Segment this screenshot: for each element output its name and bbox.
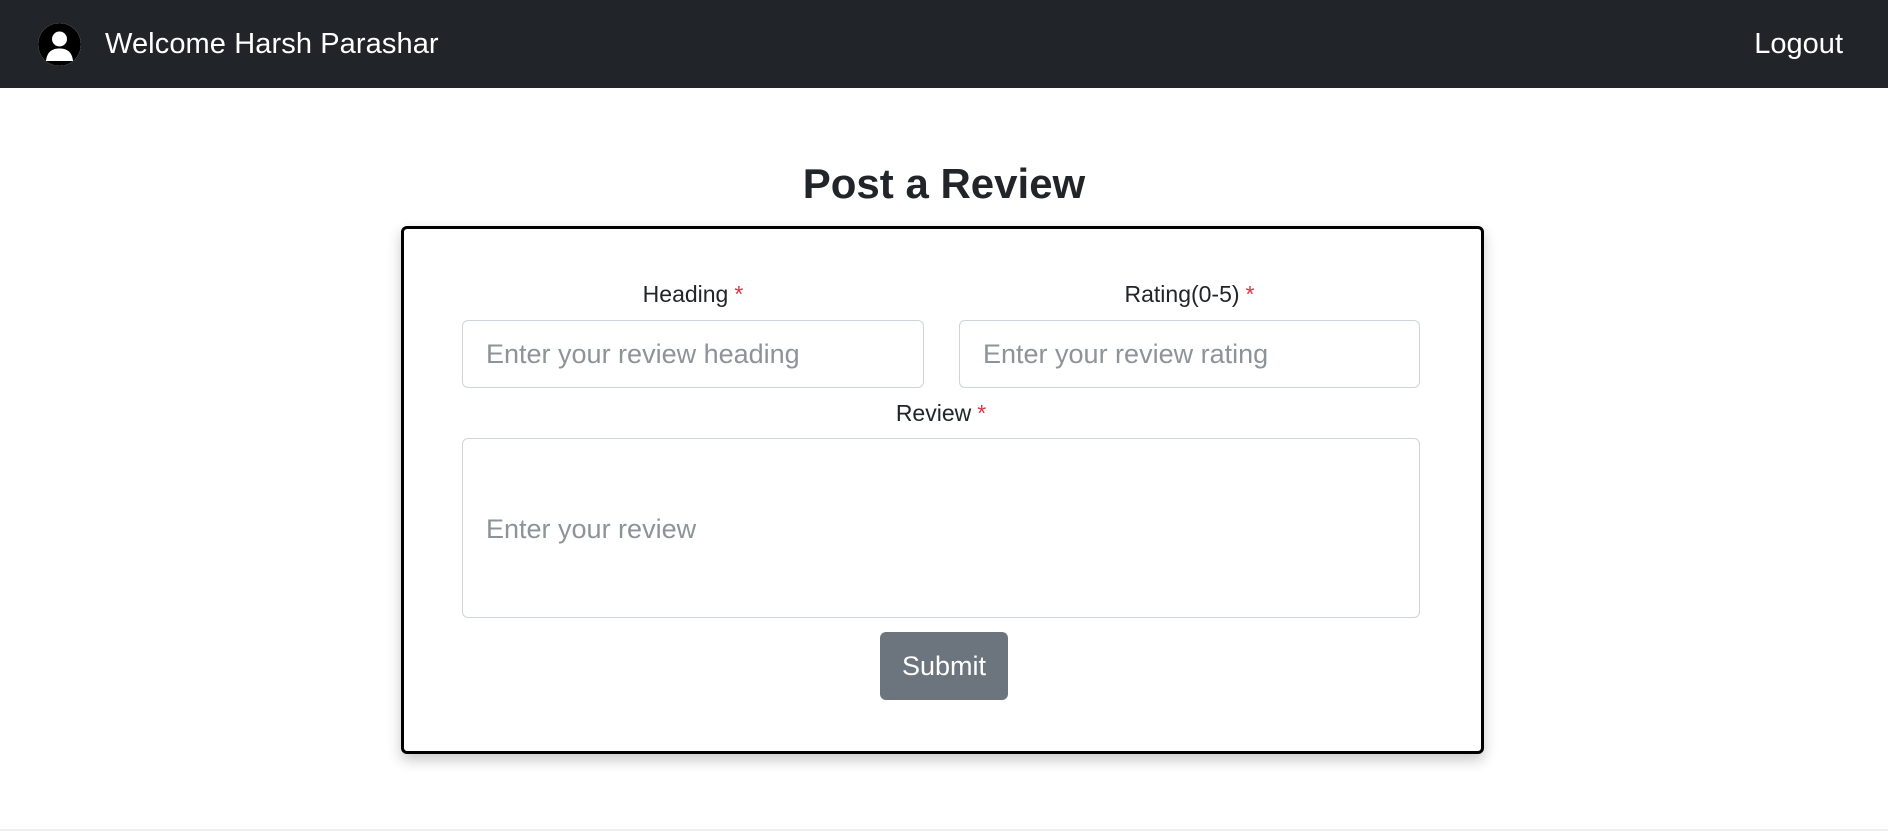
review-label: Review * <box>462 400 1420 427</box>
review-form-card: Heading* Rating(0-5)* Review* Submit <box>401 226 1484 754</box>
review-label-text: Review <box>895 400 972 426</box>
rating-label-text: Rating(0-5) <box>1124 281 1240 307</box>
review-textarea[interactable] <box>462 438 1420 618</box>
rating-required-mark: * <box>1245 281 1255 307</box>
page-title: Post a Review <box>802 160 1086 207</box>
heading-label: Heading * <box>462 281 924 308</box>
logout-link[interactable]: Logout <box>1754 28 1843 61</box>
rating-label: Rating(0-5) * <box>959 281 1420 308</box>
user-avatar-icon <box>38 22 81 66</box>
welcome-text: Welcome Harsh Parashar <box>105 27 439 60</box>
heading-label-text: Heading <box>642 281 729 307</box>
submit-button[interactable]: Submit <box>880 632 1008 700</box>
heading-required-mark: * <box>734 281 744 307</box>
heading-input[interactable] <box>462 320 924 388</box>
review-required-mark: * <box>977 400 987 426</box>
rating-input[interactable] <box>959 320 1420 388</box>
top-navbar: Welcome Harsh Parashar Logout <box>0 0 1888 88</box>
